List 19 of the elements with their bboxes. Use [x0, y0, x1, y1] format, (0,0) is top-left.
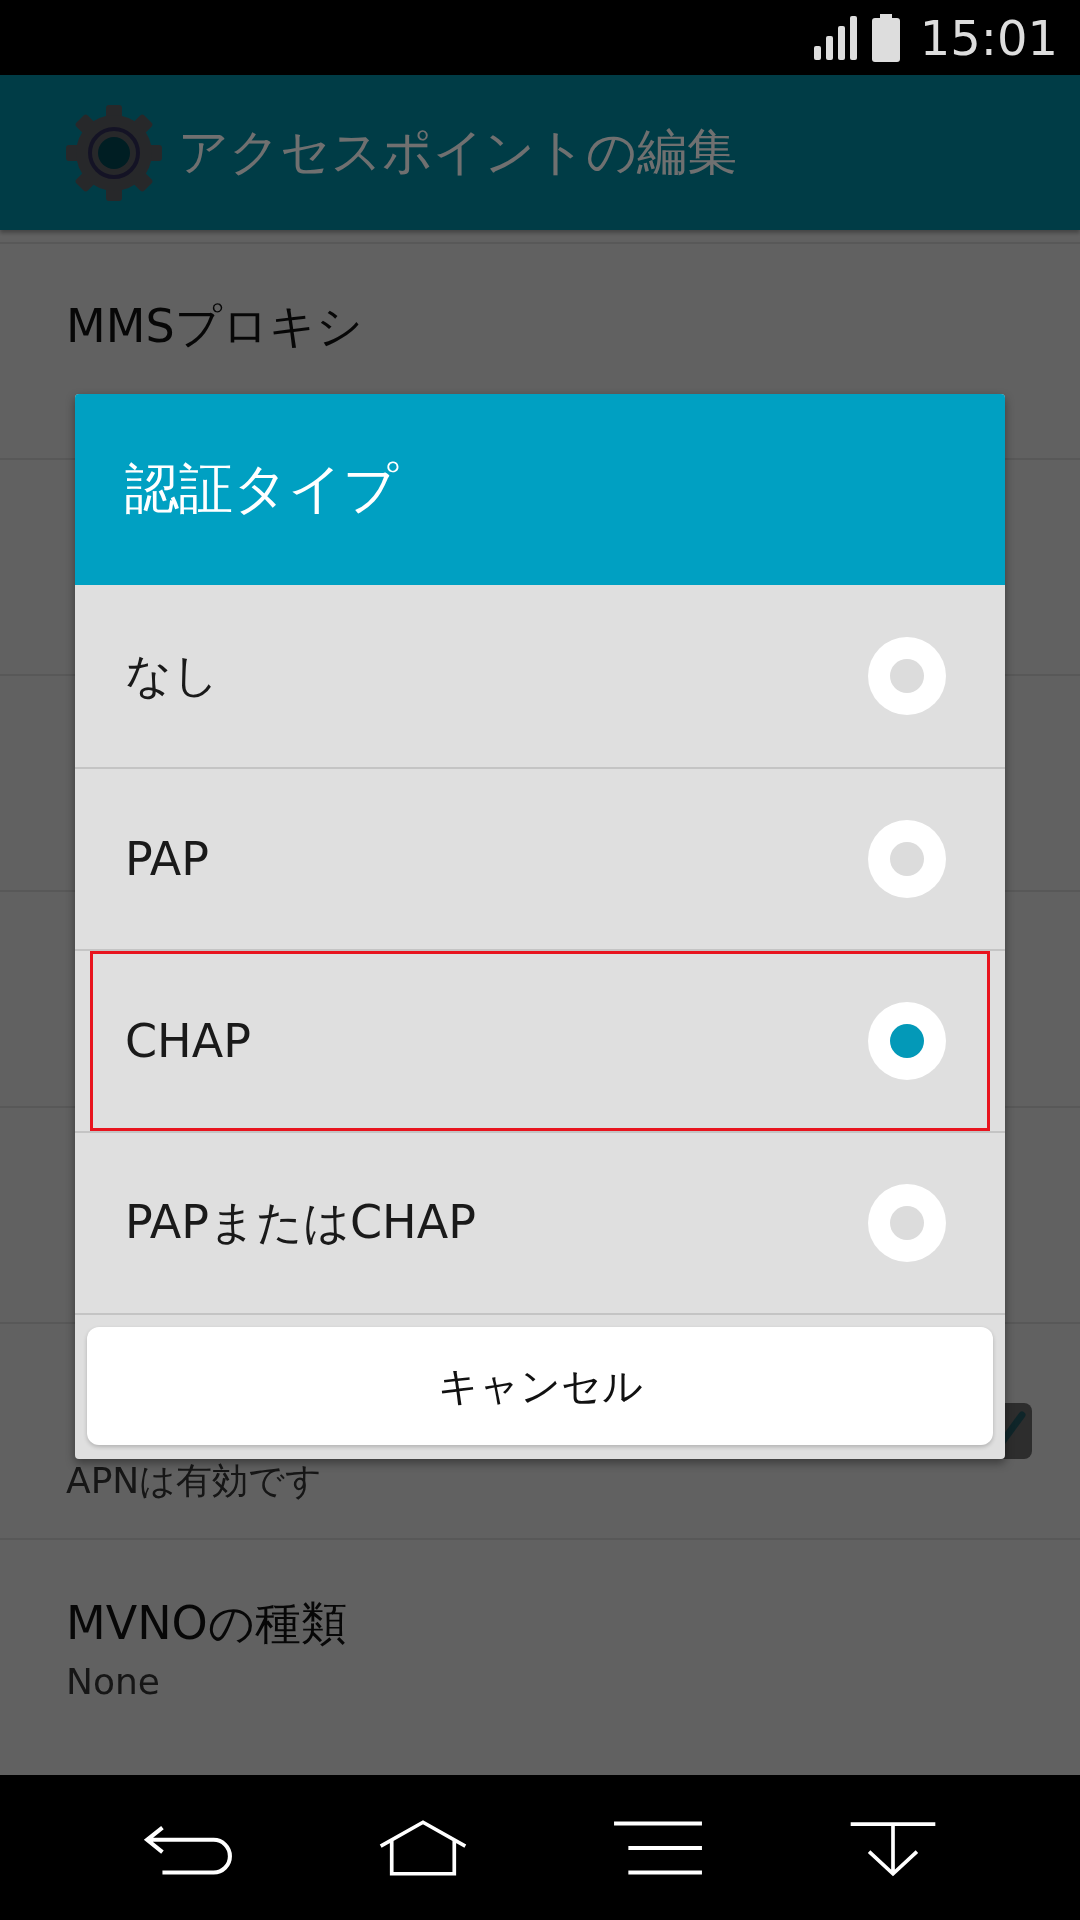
- radio-option[interactable]: PAP: [75, 767, 1005, 949]
- radio-icon: [867, 1001, 947, 1081]
- dialog-title: 認証タイプ: [125, 456, 398, 522]
- cancel-button[interactable]: キャンセル: [87, 1327, 993, 1445]
- clock: 15:01: [919, 9, 1058, 66]
- radio-option[interactable]: なし: [75, 585, 1005, 767]
- setting-title: MVNOの種類: [66, 1594, 347, 1652]
- setting-title: MMSプロキシ: [66, 298, 363, 355]
- radio-icon: [867, 636, 947, 716]
- radio-icon: [867, 819, 947, 899]
- setting-summary: None: [66, 1660, 161, 1702]
- radio-option[interactable]: CHAP: [75, 949, 1005, 1131]
- settings-icon: [64, 102, 164, 203]
- radio-icon: [867, 1183, 947, 1263]
- signal-icon: [813, 15, 858, 60]
- battery-icon: [871, 13, 900, 62]
- setting-summary: APNは有効です: [66, 1458, 323, 1503]
- screen-title: アクセスポイントの編集: [178, 122, 737, 183]
- radio-option[interactable]: PAPまたはCHAP: [75, 1131, 1005, 1313]
